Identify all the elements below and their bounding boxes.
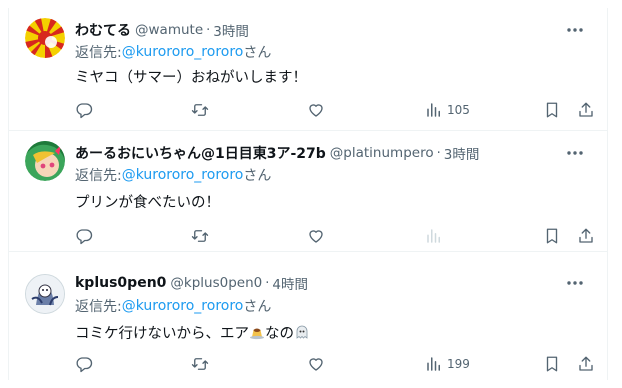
action-bar: 199 [75,352,595,376]
like-icon [309,104,323,117]
pudding-emoji [250,328,264,340]
timeline: わむてる @wamute · 3時間 返信先: @kurororo_rororo… [8,8,608,380]
reply-context: 返信先: @kurororo_rororo さん [75,296,271,316]
bookmark-button[interactable] [543,98,561,122]
user-handle[interactable]: @platinumpero [330,145,434,161]
like-button[interactable] [307,98,325,122]
share-icon [579,228,593,243]
like-button[interactable] [307,352,325,376]
share-button[interactable] [577,352,595,376]
separator-dot: · [265,275,270,291]
reply-prefix: 返信先: [75,168,122,184]
reply-prefix: 返信先: [75,299,122,315]
reply-button[interactable] [75,98,93,122]
display-name[interactable]: kplus0pen0 [75,275,166,291]
avatar[interactable] [25,18,65,58]
tweet[interactable]: あーるおにいちゃん@1日目東3ア-27b @platinumpero · 3時間… [9,131,607,252]
views-button[interactable]: 105 [425,98,470,122]
tweet-text-part: コミケ行けないから、エア [75,325,249,342]
tweet[interactable]: kplus0pen0 @kplus0pen0 · 4時間 返信先: @kuror… [9,252,607,380]
reply-mention-link[interactable]: @kurororo_rororo [122,298,244,314]
reply-suffix: さん [243,45,272,61]
retweet-icon [191,358,209,370]
views-icon [427,357,440,371]
reply-context: 返信先: @kurororo_rororo さん [75,42,271,62]
ghost-emoji [296,325,308,339]
reply-icon [76,103,93,119]
retweet-icon [191,104,209,116]
views-count: 199 [447,357,470,371]
separator-dot: · [206,22,211,38]
display-name[interactable]: わむてる [75,20,131,40]
share-icon [579,356,593,371]
action-bar: 105 [75,98,595,122]
reply-context: 返信先: @kurororo_rororo さん [75,165,271,185]
reply-mention-link[interactable]: @kurororo_rororo [122,44,244,60]
tweet-header: あーるおにいちゃん@1日目東3ア-27b @platinumpero · 3時間 [75,143,479,163]
like-icon [309,358,323,371]
share-icon [579,102,593,117]
retweet-button[interactable] [191,98,209,122]
retweet-icon [191,230,209,242]
reply-button[interactable] [75,224,93,248]
user-handle[interactable]: @wamute [135,22,203,38]
more-icon[interactable] [565,143,585,163]
bookmark-button[interactable] [543,224,561,248]
reply-prefix: 返信先: [75,45,122,61]
more-icon[interactable] [565,20,585,40]
like-icon [309,230,323,243]
views-icon [427,229,440,243]
views-count: 105 [447,103,470,117]
tweet-header: わむてる @wamute · 3時間 [75,20,249,40]
reply-icon [76,357,93,373]
tweet-text: コミケ行けないから、エア なの [75,321,310,343]
reply-mention-link[interactable]: @kurororo_rororo [122,167,244,183]
like-button[interactable] [307,224,325,248]
separator-dot: · [436,145,441,161]
reply-icon [76,229,93,245]
reply-suffix: さん [243,168,272,184]
timestamp[interactable]: 4時間 [272,273,308,293]
share-button[interactable] [577,98,595,122]
action-bar [75,224,595,248]
user-handle[interactable]: @kplus0pen0 [170,275,262,291]
display-name[interactable]: あーるおにいちゃん@1日目東3ア-27b [75,143,326,163]
bookmark-icon [546,356,558,372]
views-button[interactable] [425,224,447,248]
share-button[interactable] [577,224,595,248]
bookmark-button[interactable] [543,352,561,376]
bookmark-icon [546,102,558,118]
tweet-text: プリンが食べたいの！ [75,194,220,211]
timestamp[interactable]: 3時間 [444,143,480,163]
tweet-text-part: なの [265,325,294,342]
timestamp[interactable]: 3時間 [213,20,249,40]
retweet-button[interactable] [191,224,209,248]
reply-suffix: さん [243,299,272,315]
reply-button[interactable] [75,352,93,376]
bookmark-icon [546,228,558,244]
more-icon[interactable] [565,273,585,293]
tweet[interactable]: わむてる @wamute · 3時間 返信先: @kurororo_rororo… [9,8,607,131]
avatar[interactable] [25,274,65,314]
tweet-text: ミヤコ（サマー）おねがいします！ [75,69,307,86]
avatar[interactable] [25,141,65,181]
views-icon [427,103,440,117]
retweet-button[interactable] [191,352,209,376]
views-button[interactable]: 199 [425,352,470,376]
tweet-header: kplus0pen0 @kplus0pen0 · 4時間 [75,273,308,293]
